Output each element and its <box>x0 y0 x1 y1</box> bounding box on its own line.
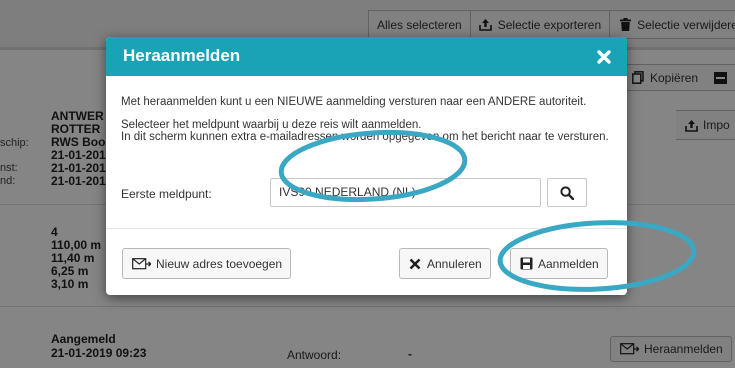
reporting-point-row: Eerste meldpunt: IVS90 NEDERLAND (NL) <box>121 178 616 208</box>
dialog-footer: Nieuw adres toevoegen Annuleren Aanmelde… <box>106 228 627 295</box>
search-button[interactable] <box>547 178 587 207</box>
cancel-label: Annuleren <box>427 256 482 271</box>
search-icon <box>560 185 574 200</box>
submit-button[interactable]: Aanmelden <box>510 248 608 279</box>
add-address-label: Nieuw adres toevoegen <box>156 256 283 271</box>
reregister-dialog: Heraanmelden Met heraanmelden kunt u een… <box>106 37 627 295</box>
add-address-button[interactable]: Nieuw adres toevoegen <box>122 248 292 279</box>
dialog-header: Heraanmelden <box>106 37 627 76</box>
dialog-instruction-text: In dit scherm kunnen extra e-mailadresse… <box>121 131 609 143</box>
dialog-body: Met heraanmelden kunt u een NIEUWE aanme… <box>121 96 616 154</box>
dialog-title: Heraanmelden <box>123 46 241 65</box>
dialog-instruction-text: Selecteer het meldpunt waarbij u deze re… <box>121 118 422 131</box>
x-icon <box>408 257 422 271</box>
save-icon <box>519 257 533 271</box>
envelope-icon <box>131 257 151 271</box>
dialog-intro-text: Met heraanmelden kunt u een NIEUWE aanme… <box>121 96 587 108</box>
reporting-point-label: Eerste meldpunt: <box>121 187 212 201</box>
submit-label: Aanmelden <box>538 256 599 271</box>
cancel-button[interactable]: Annuleren <box>399 248 491 279</box>
reporting-point-input[interactable]: IVS90 NEDERLAND (NL) <box>270 178 541 207</box>
close-icon[interactable] <box>596 49 612 65</box>
